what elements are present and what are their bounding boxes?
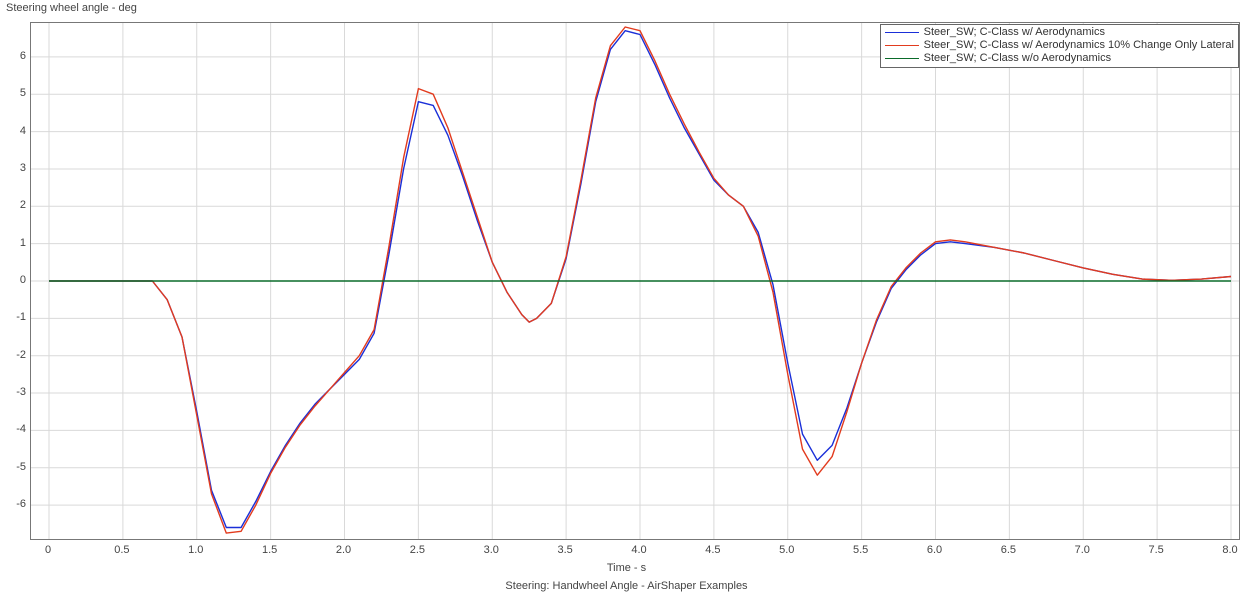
legend-label: Steer_SW; C-Class w/o Aerodynamics: [924, 52, 1111, 65]
legend-label: Steer_SW; C-Class w/ Aerodynamics 10% Ch…: [924, 39, 1234, 52]
chart-container: Steering wheel angle - deg Steer_SW; C-C…: [0, 0, 1253, 599]
y-tick-label: -5: [0, 461, 26, 473]
legend-item: Steer_SW; C-Class w/ Aerodynamics 10% Ch…: [885, 39, 1234, 52]
y-tick-label: 5: [0, 87, 26, 99]
x-tick-label: 8.0: [1222, 544, 1237, 556]
x-tick-label: 5.5: [853, 544, 868, 556]
plot-svg: [31, 23, 1239, 539]
x-tick-label: 5.0: [779, 544, 794, 556]
x-tick-label: 6.0: [927, 544, 942, 556]
y-tick-label: 4: [0, 125, 26, 137]
y-axis-label: Steering wheel angle - deg: [6, 2, 137, 14]
x-tick-label: 7.5: [1148, 544, 1163, 556]
y-tick-label: 2: [0, 199, 26, 211]
legend-swatch: [885, 45, 919, 46]
y-tick-label: -6: [0, 498, 26, 510]
x-tick-label: 6.5: [1001, 544, 1016, 556]
y-tick-label: -4: [0, 423, 26, 435]
x-tick-label: 4.0: [631, 544, 646, 556]
legend-swatch: [885, 32, 919, 33]
y-tick-label: 6: [0, 50, 26, 62]
y-tick-label: -1: [0, 311, 26, 323]
x-tick-label: 2.5: [410, 544, 425, 556]
x-tick-label: 1.5: [262, 544, 277, 556]
x-tick-label: 0: [45, 544, 51, 556]
y-tick-label: -2: [0, 349, 26, 361]
x-tick-label: 1.0: [188, 544, 203, 556]
legend-label: Steer_SW; C-Class w/ Aerodynamics: [924, 26, 1105, 39]
legend-item: Steer_SW; C-Class w/o Aerodynamics: [885, 52, 1234, 65]
x-tick-label: 0.5: [114, 544, 129, 556]
y-tick-label: 3: [0, 162, 26, 174]
x-tick-label: 3.0: [484, 544, 499, 556]
x-tick-label: 3.5: [557, 544, 572, 556]
x-tick-label: 2.0: [336, 544, 351, 556]
y-tick-label: 0: [0, 274, 26, 286]
legend: Steer_SW; C-Class w/ Aerodynamics Steer_…: [880, 24, 1239, 68]
x-axis-label: Time - s: [0, 562, 1253, 574]
y-tick-label: -3: [0, 386, 26, 398]
legend-item: Steer_SW; C-Class w/ Aerodynamics: [885, 26, 1234, 39]
x-tick-label: 7.0: [1075, 544, 1090, 556]
y-tick-label: 1: [0, 237, 26, 249]
legend-swatch: [885, 58, 919, 59]
x-tick-label: 4.5: [705, 544, 720, 556]
plot-area: [30, 22, 1240, 540]
chart-subtitle: Steering: Handwheel Angle - AirShaper Ex…: [0, 580, 1253, 592]
